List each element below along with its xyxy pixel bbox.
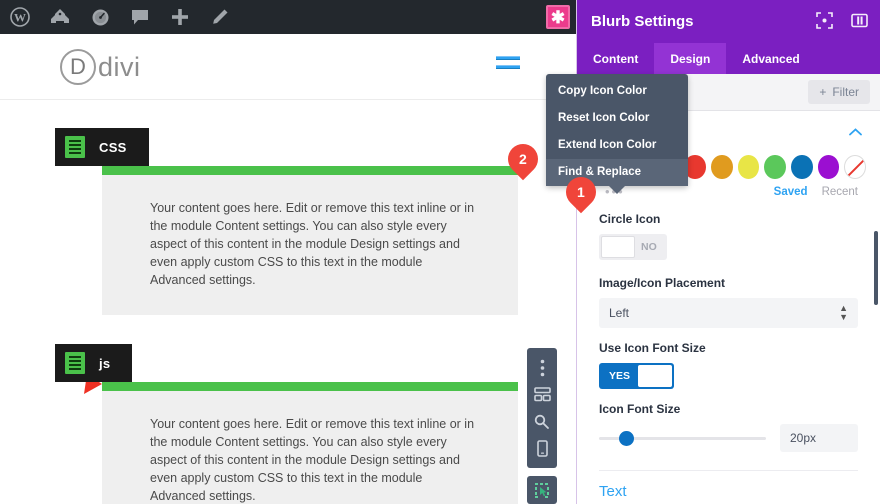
use-icon-font-size-toggle[interactable]: YES [599, 363, 675, 389]
menu-item-extend-icon-color[interactable]: Extend Icon Color [546, 132, 688, 159]
color-swatch-blue[interactable] [790, 155, 813, 179]
toggle-value: NO [641, 241, 657, 253]
field-image-icon-placement: Image/Icon Placement Left ▲ ▼ [577, 263, 880, 328]
wordpress-admin-bar: W ✱ [0, 0, 576, 34]
toggle-knob [601, 236, 635, 258]
icon-font-size-row: 20px [599, 424, 858, 452]
module-body: Your content goes here. Edit or remove t… [102, 382, 518, 504]
menu-item-reset-icon-color[interactable]: Reset Icon Color [546, 105, 688, 132]
filter-label: Filter [832, 85, 859, 99]
tab-content[interactable]: Content [577, 43, 654, 74]
field-label: Image/Icon Placement [599, 276, 726, 290]
panel-header-actions [816, 12, 868, 29]
plus-icon: + [819, 85, 827, 99]
panel-scrollbar[interactable] [874, 231, 878, 305]
wordpress-logo-icon[interactable]: W [0, 0, 40, 34]
color-swatch-green[interactable] [764, 155, 786, 179]
menu-pointer-tail [608, 185, 626, 194]
field-circle-icon: Circle Icon NO [577, 199, 880, 263]
saved-colors-tab[interactable]: Saved [774, 186, 808, 198]
color-swatch-orange[interactable] [711, 155, 733, 179]
mobile-device-icon[interactable] [531, 438, 553, 460]
module-label: CSS [99, 139, 127, 155]
logo-letter: D [60, 49, 96, 85]
color-swatch-yellow[interactable] [737, 155, 760, 179]
document-lines-icon [65, 352, 85, 374]
placement-select[interactable]: Left ▲ ▼ [599, 298, 858, 328]
module-text: Your content goes here. Edit or remove t… [150, 417, 475, 503]
toggle-value: YES [609, 370, 631, 382]
edit-pencil-icon[interactable] [200, 0, 240, 34]
circle-icon-toggle[interactable]: NO [599, 234, 667, 260]
hamburger-bar [496, 56, 520, 60]
search-magnifier-icon[interactable] [531, 411, 553, 433]
module-accent-bar [102, 166, 518, 175]
marker-bubble: 1 [559, 170, 603, 214]
divi-builder-icon[interactable]: ✱ [546, 5, 570, 29]
hamburger-bar [496, 65, 520, 69]
svg-text:W: W [14, 11, 26, 25]
tab-advanced[interactable]: Advanced [726, 43, 815, 74]
document-lines-icon [65, 136, 85, 158]
tab-design[interactable]: Design [654, 43, 727, 74]
panel-tabs: Content Design Advanced [577, 43, 880, 74]
logo-text: divi [98, 51, 141, 82]
module-title-bar[interactable]: CSS [55, 128, 149, 166]
page-canvas: D divi CSS Your content goes here. Edit … [0, 34, 576, 504]
field-icon-font-size: Icon Font Size 20px [577, 389, 880, 452]
recent-colors-tab[interactable]: Recent [822, 186, 858, 198]
field-label: Use Icon Font Size [599, 341, 706, 355]
icon-font-size-slider[interactable] [599, 429, 766, 447]
menu-item-copy-icon-color[interactable]: Copy Icon Color [546, 78, 688, 105]
module-label: js [99, 355, 111, 371]
annotation-marker-2: 2 [501, 137, 545, 181]
select-arrows-icon: ▲ ▼ [839, 303, 848, 322]
field-label: Icon Font Size [599, 402, 681, 416]
module-vertical-toolbar [527, 348, 557, 468]
comments-bubble-icon[interactable] [120, 0, 160, 34]
more-options-vertical-dots-icon[interactable] [531, 357, 553, 379]
color-swatch-purple[interactable] [817, 155, 840, 179]
icon-color-context-menu: Copy Icon Color Reset Icon Color Extend … [546, 74, 688, 194]
text-section-title[interactable]: Text [577, 471, 880, 500]
field-label: Circle Icon [599, 212, 661, 226]
placement-value: Left [609, 306, 630, 320]
module-title-bar[interactable]: js [55, 344, 133, 382]
panel-layout-icon[interactable] [851, 12, 868, 29]
saved-recent-tabs: Saved Recent [774, 186, 858, 198]
toggle-knob [638, 365, 673, 387]
module-accent-bar [102, 382, 518, 391]
no-color-swatch[interactable] [844, 155, 867, 179]
site-header: D divi [0, 34, 576, 100]
dashboard-gauge-icon[interactable] [80, 0, 120, 34]
icon-font-size-input[interactable]: 20px [780, 424, 858, 452]
expand-fullscreen-icon[interactable] [816, 12, 833, 29]
marker-number: 2 [519, 150, 527, 167]
site-home-icon[interactable] [40, 0, 80, 34]
module-text: Your content goes here. Edit or remove t… [150, 201, 475, 287]
slider-thumb[interactable] [619, 430, 635, 446]
layout-columns-icon[interactable] [531, 384, 553, 406]
annotation-marker-1: 1 [559, 170, 603, 214]
chevron-up-icon[interactable] [849, 127, 862, 136]
site-logo[interactable]: D divi [60, 49, 141, 85]
panel-title: Blurb Settings [591, 13, 694, 30]
marker-bubble: 2 [501, 137, 545, 181]
new-content-plus-icon[interactable] [160, 0, 200, 34]
module-body: Your content goes here. Edit or remove t… [102, 166, 518, 315]
hamburger-menu-icon[interactable] [496, 56, 520, 74]
panel-header: Blurb Settings [577, 0, 880, 43]
field-use-icon-font-size: Use Icon Font Size YES [577, 328, 880, 389]
screenshot-root: W ✱ D divi CSS Your content goes here. E… [0, 0, 880, 504]
filter-button[interactable]: + Filter [808, 80, 870, 104]
select-move-cursor-icon[interactable] [527, 476, 557, 504]
marker-number: 1 [577, 183, 585, 200]
